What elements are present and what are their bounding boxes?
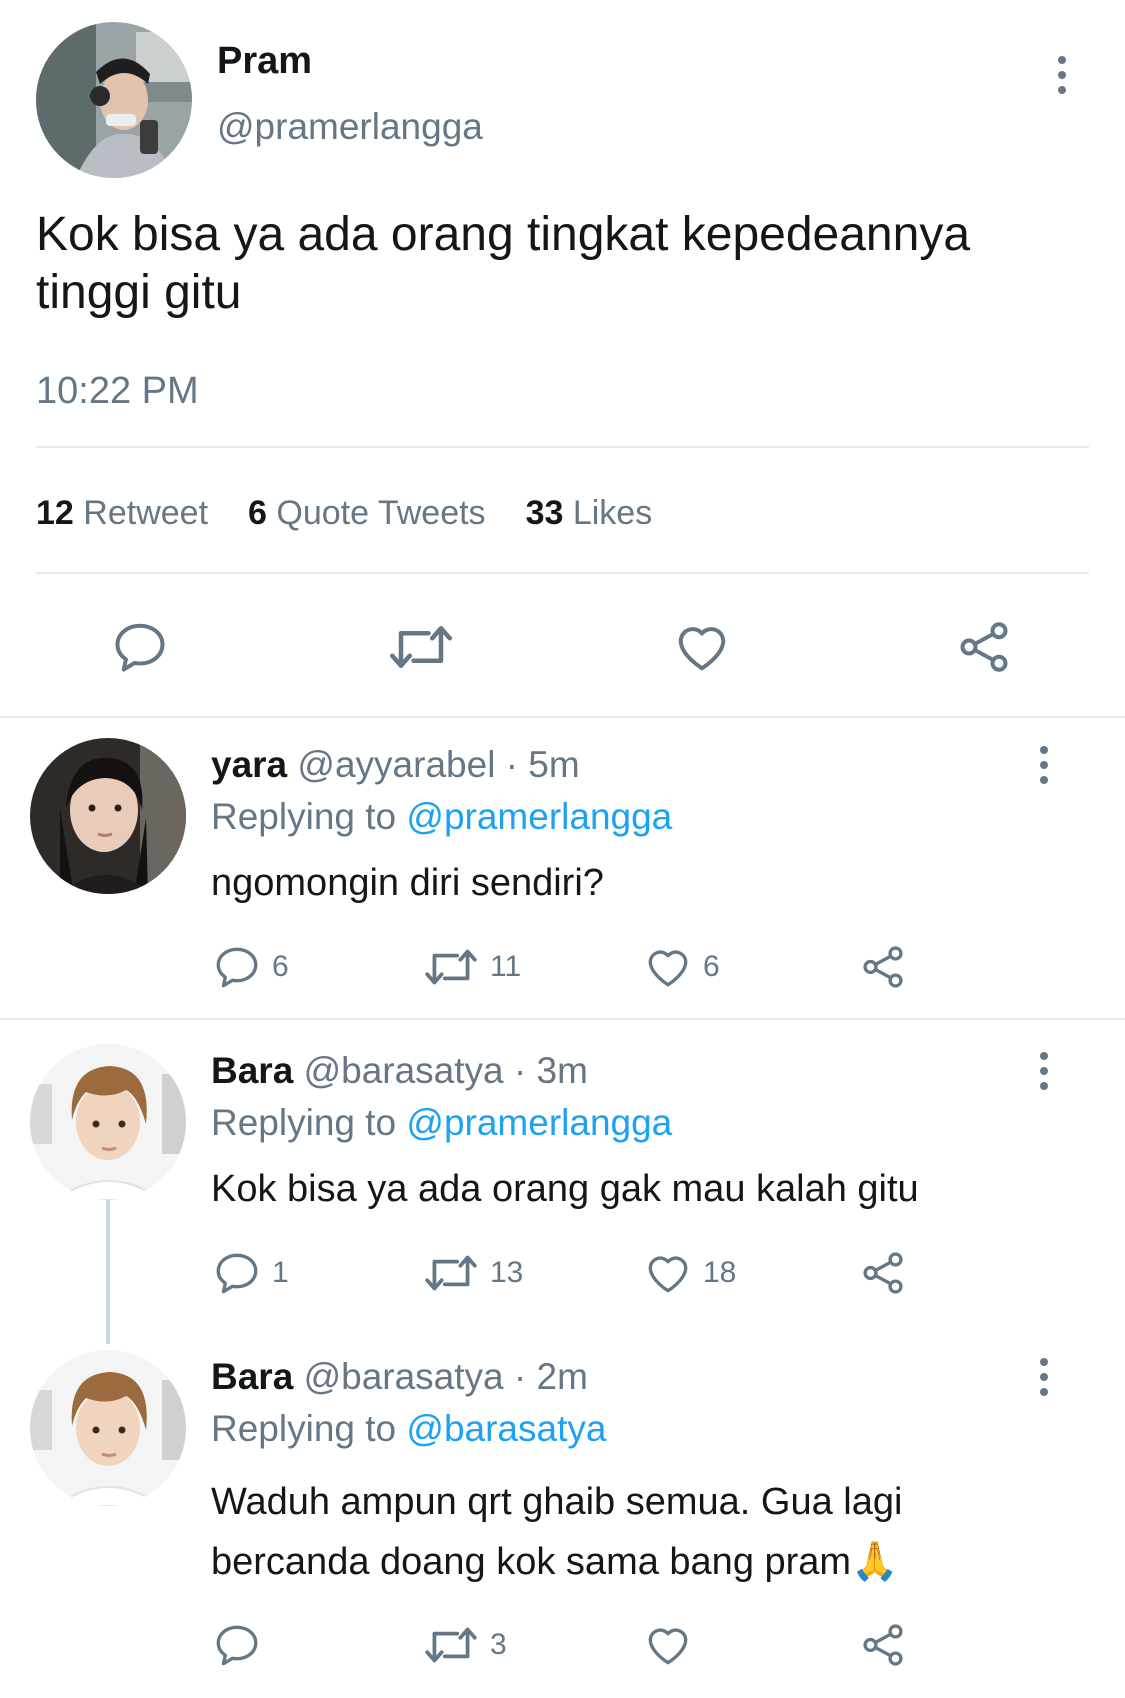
author-name[interactable]: Pram <box>217 40 312 83</box>
like-action[interactable] <box>643 1620 693 1670</box>
divider <box>36 446 1089 448</box>
quote-label: Quote Tweets <box>276 494 486 532</box>
reply-icon <box>212 1620 262 1670</box>
avatar-bara[interactable] <box>30 1044 186 1200</box>
reply-author-name[interactable]: yara <box>211 744 287 785</box>
heart-icon[interactable] <box>672 617 732 677</box>
replying-to-prefix: Replying to <box>211 796 397 837</box>
divider <box>0 716 1125 718</box>
avatar-pram[interactable] <box>36 22 192 178</box>
share-icon[interactable] <box>954 617 1014 677</box>
share-icon <box>858 1248 908 1298</box>
reply-header: Bara @barasatya · 3m <box>211 1050 588 1092</box>
reply-header: Bara @barasatya · 2m <box>211 1356 588 1398</box>
more-options-icon[interactable] <box>1034 1052 1054 1112</box>
replying-to-prefix: Replying to <box>211 1102 397 1143</box>
share-icon <box>858 1620 908 1670</box>
like-action[interactable]: 6 <box>643 942 720 992</box>
retweet-count: 11 <box>490 950 522 983</box>
tweet-text: Kok bisa ya ada orang tingkat kepedeanny… <box>36 206 970 322</box>
reply-action[interactable]: 6 <box>212 942 289 992</box>
reply-icon[interactable] <box>110 617 170 677</box>
reply-author-handle[interactable]: @barasatya <box>304 1050 504 1091</box>
reply-author-handle[interactable]: @barasatya <box>304 1356 504 1397</box>
reply-icon <box>212 1248 262 1298</box>
divider <box>36 572 1089 574</box>
divider <box>0 1018 1125 1020</box>
thread-connector-line <box>106 1196 110 1344</box>
reply-count: 1 <box>272 1256 289 1289</box>
retweet-action[interactable]: 3 <box>422 1620 507 1670</box>
replying-to-handle[interactable]: @barasatya <box>406 1408 606 1449</box>
quote-count: 6 <box>248 494 267 532</box>
reply-count: 6 <box>272 950 289 983</box>
replying-to-prefix: Replying to <box>211 1408 397 1449</box>
retweet-count: 3 <box>490 1628 507 1661</box>
likes-label: Likes <box>572 494 653 532</box>
share-icon <box>858 942 908 992</box>
reply-timestamp: · 5m <box>505 744 580 785</box>
tweet-timestamp: 10:22 PM <box>36 370 199 412</box>
reply-author-handle[interactable]: @ayyarabel <box>297 744 495 785</box>
likes-stat[interactable]: 33 Likes <box>526 494 653 533</box>
replying-to-handle[interactable]: @pramerlangga <box>406 796 672 837</box>
quote-tweets-stat[interactable]: 6 Quote Tweets <box>248 494 486 533</box>
heart-icon <box>643 1620 693 1670</box>
replying-to: Replying to @pramerlangga <box>211 1102 672 1144</box>
reply-action[interactable] <box>212 1620 262 1670</box>
reply-author-name[interactable]: Bara <box>211 1356 293 1397</box>
reply-timestamp: · 2m <box>513 1356 588 1397</box>
author-handle[interactable]: @pramerlangga <box>217 106 483 148</box>
reply-text-line: Waduh ampun qrt ghaib semua. Gua lagi <box>211 1481 903 1523</box>
tweet-text-line: Kok bisa ya ada orang tingkat kepedeanny… <box>36 208 971 261</box>
reply-text: Kok bisa ya ada orang gak mau kalah gitu <box>211 1168 919 1210</box>
reply-header: yara @ayyarabel · 5m <box>211 744 580 786</box>
retweet-count: 13 <box>490 1256 524 1289</box>
like-action[interactable]: 18 <box>643 1248 736 1298</box>
share-action[interactable] <box>858 1620 908 1670</box>
retweet-label: Retweet <box>83 494 209 532</box>
share-action[interactable] <box>858 942 908 992</box>
tweet-stats: 12 Retweet 6 Quote Tweets 33 Likes <box>36 494 652 533</box>
more-options-icon[interactable] <box>1034 1358 1054 1418</box>
likes-count: 33 <box>525 494 564 532</box>
avatar-bara[interactable] <box>30 1350 186 1506</box>
like-count: 18 <box>703 1256 737 1289</box>
retweet-icon[interactable] <box>386 617 456 677</box>
more-options-icon[interactable] <box>1052 56 1072 116</box>
retweet-icon <box>422 1248 480 1298</box>
heart-icon <box>643 942 693 992</box>
replying-to: Replying to @pramerlangga <box>211 796 672 838</box>
retweet-action[interactable]: 11 <box>422 942 521 992</box>
reply-author-name[interactable]: Bara <box>211 1050 293 1091</box>
retweet-stat[interactable]: 12 Retweet <box>36 494 208 533</box>
reply-text: ngomongin diri sendiri? <box>211 862 604 904</box>
replying-to: Replying to @barasatya <box>211 1408 606 1450</box>
avatar-yara[interactable] <box>30 738 186 894</box>
retweet-icon <box>422 942 480 992</box>
reply-action[interactable]: 1 <box>212 1248 289 1298</box>
reply-timestamp: · 3m <box>513 1050 588 1091</box>
retweet-action[interactable]: 13 <box>422 1248 523 1298</box>
reply-icon <box>212 942 262 992</box>
retweet-icon <box>422 1620 480 1670</box>
share-action[interactable] <box>858 1248 908 1298</box>
heart-icon <box>643 1248 693 1298</box>
reply-text-line: bercanda doang kok sama bang pram🙏 <box>211 1541 899 1583</box>
replying-to-handle[interactable]: @pramerlangga <box>406 1102 672 1143</box>
retweet-count: 12 <box>36 494 74 532</box>
more-options-icon[interactable] <box>1034 746 1054 806</box>
like-count: 6 <box>703 950 720 983</box>
reply-text: Waduh ampun qrt ghaib semua. Gua lagi be… <box>211 1472 902 1592</box>
tweet-text-line: tinggi gitu <box>36 266 242 319</box>
